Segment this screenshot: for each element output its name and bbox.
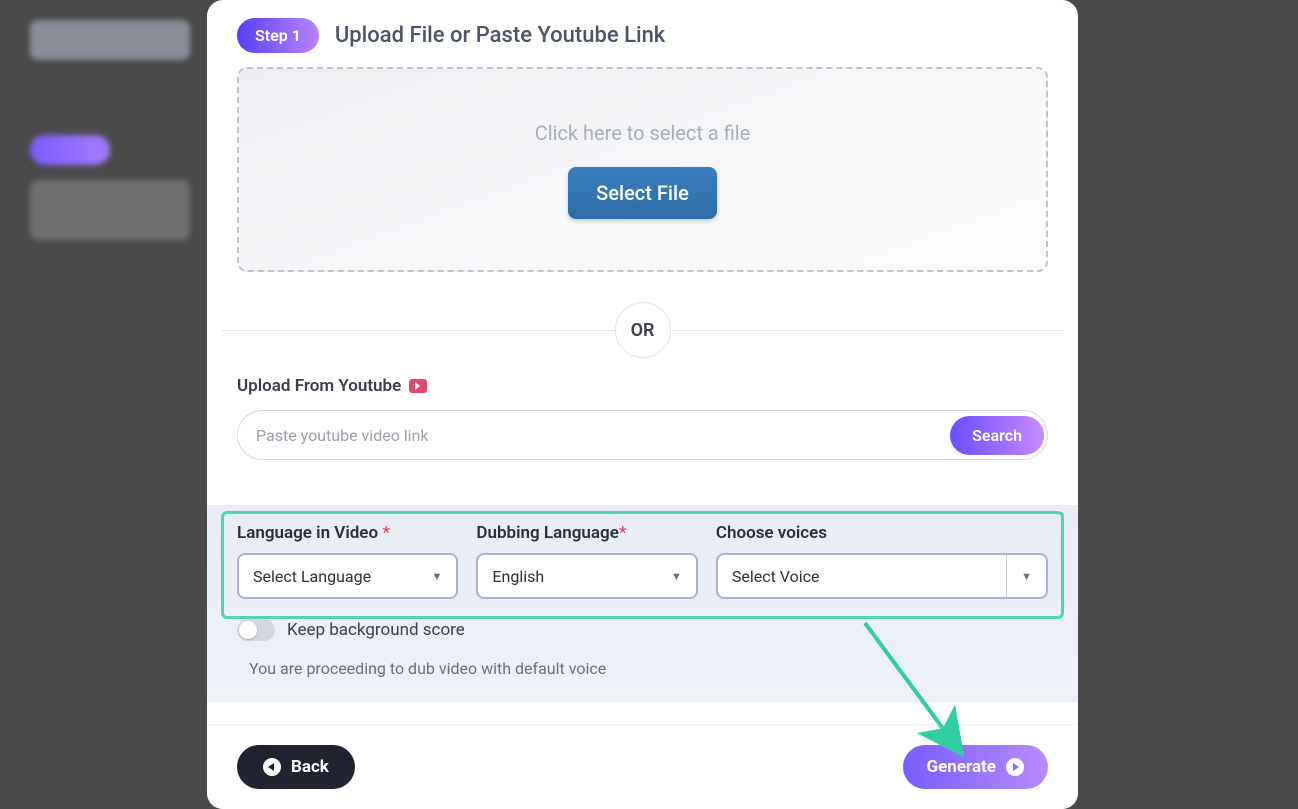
select-value: English <box>492 567 544 586</box>
divider-or-label: OR <box>615 302 671 358</box>
select-file-button[interactable]: Select File <box>568 167 717 219</box>
back-button-label: Back <box>291 757 329 777</box>
chevron-down-icon: ▼ <box>1021 570 1032 583</box>
select-dubbing-language[interactable]: English ▼ <box>476 553 697 599</box>
dropzone-hint: Click here to select a file <box>535 121 751 145</box>
modal-footer: Back Generate <box>207 724 1078 809</box>
label-text: Dubbing Language <box>476 523 618 543</box>
youtube-label: Upload From Youtube <box>237 376 401 396</box>
modal-body: Step 1 Upload File or Paste Youtube Link… <box>207 0 1078 724</box>
label-dubbing-language: Dubbing Language* <box>476 523 697 543</box>
back-button[interactable]: Back <box>237 745 355 789</box>
keep-background-toggle[interactable] <box>237 619 275 641</box>
label-language-in-video: Language in Video * <box>237 523 458 543</box>
step-header: Step 1 Upload File or Paste Youtube Link <box>237 18 1048 53</box>
step-title: Upload File or Paste Youtube Link <box>335 23 665 48</box>
select-value: Select Language <box>253 567 371 586</box>
language-section: Language in Video * Select Language ▼ Du… <box>207 505 1078 702</box>
arrow-left-icon <box>263 758 281 776</box>
generate-button-label: Generate <box>927 757 996 777</box>
youtube-label-row: Upload From Youtube <box>237 376 1048 396</box>
info-text: You are proceeding to dub video with def… <box>237 659 1048 678</box>
bg-blur-block <box>30 180 190 240</box>
youtube-input-row: Search <box>237 410 1048 460</box>
select-choose-voices[interactable]: Select Voice ▼ <box>716 553 1048 599</box>
upload-modal: Step 1 Upload File or Paste Youtube Link… <box>207 0 1078 809</box>
select-language-in-video[interactable]: Select Language ▼ <box>237 553 458 599</box>
youtube-search-button[interactable]: Search <box>950 416 1044 455</box>
bg-blur-block <box>30 20 190 60</box>
toggle-row: Keep background score <box>237 619 1048 641</box>
label-text: Language in Video <box>237 523 378 543</box>
file-dropzone[interactable]: Click here to select a file Select File <box>237 67 1048 272</box>
fields-row: Language in Video * Select Language ▼ Du… <box>237 523 1048 599</box>
youtube-link-input[interactable] <box>256 426 950 445</box>
field-choose-voices: Choose voices Select Voice ▼ <box>716 523 1048 599</box>
divider: OR <box>237 302 1048 358</box>
field-language-in-video: Language in Video * Select Language ▼ <box>237 523 458 599</box>
step-badge: Step 1 <box>237 18 319 53</box>
field-dubbing-language: Dubbing Language* English ▼ <box>476 523 697 599</box>
bg-blur-badge <box>30 135 110 165</box>
select-value: Select Voice <box>732 567 820 586</box>
chevron-down-icon: ▼ <box>671 570 682 583</box>
arrow-right-icon <box>1006 758 1024 776</box>
toggle-label: Keep background score <box>287 620 465 640</box>
chevron-down-icon: ▼ <box>432 570 443 583</box>
required-marker: * <box>619 523 627 543</box>
select-arrow-wrap: ▼ <box>1006 555 1046 597</box>
required-marker: * <box>382 523 390 543</box>
generate-button[interactable]: Generate <box>903 745 1048 789</box>
youtube-icon <box>409 379 427 393</box>
label-choose-voices: Choose voices <box>716 523 1048 543</box>
